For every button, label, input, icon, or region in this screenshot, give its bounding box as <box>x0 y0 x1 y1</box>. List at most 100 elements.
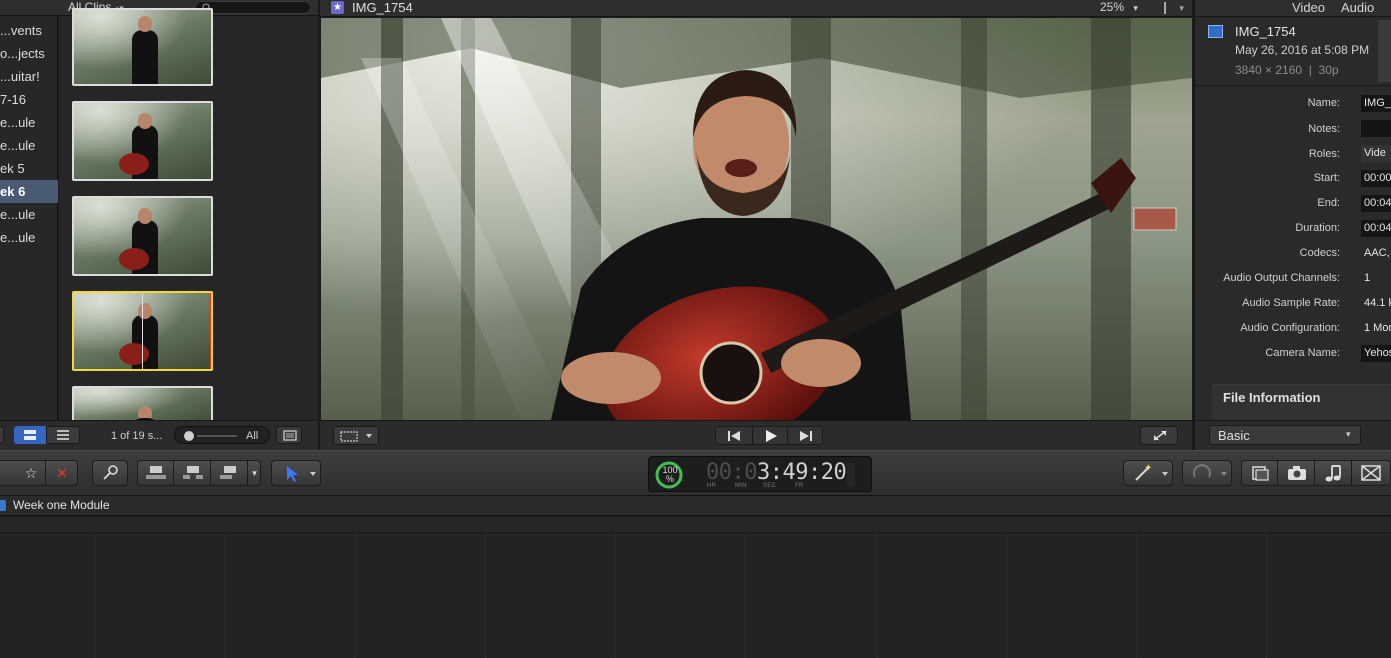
library-item[interactable]: o...jects <box>0 42 58 65</box>
skimmer-playhead <box>142 293 143 369</box>
sec-label: SEC <box>763 483 777 489</box>
fullscreen-button[interactable] <box>1140 426 1178 445</box>
clip-zoom-slider[interactable]: All <box>174 426 270 444</box>
tab-video[interactable]: Video <box>1292 0 1325 15</box>
list-view-button[interactable] <box>46 426 80 444</box>
range-end-marker <box>210 293 211 369</box>
music-note-icon <box>1325 465 1341 482</box>
x-icon: ✕ <box>56 465 68 481</box>
roles-dropdown[interactable]: Vide <box>1361 145 1391 162</box>
tab-audio[interactable]: Audio <box>1341 0 1374 15</box>
clip-thumbnail[interactable] <box>72 8 213 86</box>
timeline-ruler[interactable] <box>0 517 1391 533</box>
list-icon <box>57 430 69 440</box>
tool-selector[interactable] <box>271 460 321 486</box>
ruler-tick <box>876 533 877 658</box>
skip-back-icon <box>728 431 740 441</box>
zoom-dropdown[interactable]: 25% ▾ <box>1100 0 1138 14</box>
divider <box>1195 85 1391 86</box>
timecode-bright: 3:49:20 <box>756 460 847 485</box>
star-outline-icon: ☆ <box>24 465 38 481</box>
audio-meter-mini[interactable] <box>847 463 855 487</box>
inspector-clip-name: IMG_1754 <box>1235 24 1296 39</box>
start-label: Start: <box>1313 172 1340 184</box>
svg-text:✦: ✦ <box>1144 463 1152 474</box>
name-label: Name: <box>1307 97 1340 109</box>
view-options-dropdown[interactable]: ❙ ▾ <box>1160 0 1184 14</box>
expand-icon <box>1153 430 1167 441</box>
clip-thumbnail-selected[interactable] <box>72 291 213 371</box>
audio-configuration-label: Audio Configuration: <box>1240 322 1340 334</box>
video-viewer[interactable] <box>321 18 1192 420</box>
metadata-view-dropdown[interactable]: Basic ▾ <box>1209 425 1361 445</box>
switch-icon: ❙ <box>1160 0 1171 14</box>
slider-knob[interactable] <box>184 431 194 441</box>
start-field: 00:00 <box>1361 170 1391 187</box>
edit-options-dropdown[interactable]: ▾ <box>248 461 261 485</box>
audio-sample-rate-value: 44.1 k <box>1364 297 1391 309</box>
metadata-view-label: Basic <box>1218 428 1250 443</box>
connect-clip-button[interactable] <box>138 461 174 485</box>
filmstrip-view-button[interactable] <box>14 426 46 444</box>
clip-thumbnail[interactable] <box>72 101 213 181</box>
file-information-section[interactable]: File Information <box>1212 384 1391 420</box>
progress-text: 100 % <box>659 466 681 484</box>
notes-field[interactable] <box>1361 120 1391 137</box>
play-icon <box>766 430 777 442</box>
camera-name-label: Camera Name: <box>1265 347 1340 359</box>
next-frame-button[interactable] <box>788 427 824 444</box>
append-clip-button[interactable] <box>212 461 248 485</box>
audio-configuration-value: 1 Mor <box>1364 322 1391 334</box>
film-icon <box>283 430 297 441</box>
effects-browser-button[interactable] <box>1242 461 1278 485</box>
play-button[interactable] <box>752 427 788 444</box>
camera-icon <box>1288 466 1306 480</box>
chevron-down-icon: ▾ <box>1179 3 1184 13</box>
library-item[interactable]: e...ule <box>0 134 58 157</box>
insert-icon <box>183 466 203 479</box>
camera-name-field[interactable]: Yehos <box>1361 345 1391 362</box>
video-frame <box>321 18 1192 420</box>
ruler-tick <box>485 533 486 658</box>
previous-frame-button[interactable] <box>716 427 752 444</box>
name-field[interactable]: IMG_ <box>1361 95 1391 112</box>
library-item[interactable]: 7-16 <box>0 88 58 111</box>
library-item[interactable]: ...uitar! <box>0 65 58 88</box>
clip-appearance-button[interactable] <box>276 426 302 444</box>
scrollbar[interactable] <box>1378 20 1391 82</box>
reject-button[interactable]: ✕ <box>47 461 77 485</box>
dashboard-timecode[interactable]: 100 % 00:03:49:20 HR MIN SEC FR <box>648 456 872 492</box>
audio-output-channels-value: 1 <box>1364 272 1371 284</box>
retime-button[interactable] <box>1182 460 1232 486</box>
library-sidebar: ...vents o...jects ...uitar! 7-16 e...ul… <box>0 0 58 420</box>
library-item[interactable]: e...ule <box>0 226 58 249</box>
project-name: Week one Module <box>13 498 110 512</box>
enhancements-button[interactable]: ✦ <box>1123 460 1173 486</box>
duration-label: Duration: <box>1295 222 1340 234</box>
photos-browser-button[interactable] <box>1279 461 1315 485</box>
clip-thumbnail[interactable] <box>72 196 213 276</box>
insert-clip-button[interactable] <box>175 461 211 485</box>
duration-field: 00:04 <box>1361 220 1391 237</box>
chevron-down-icon: ▾ <box>252 468 257 478</box>
timeline-area[interactable] <box>0 533 1391 658</box>
library-item[interactable]: e...ule <box>0 203 58 226</box>
library-item[interactable]: ek 5 <box>0 157 58 180</box>
chevron-down-icon: ▾ <box>1346 429 1351 439</box>
library-item-selected[interactable]: ek 6 <box>0 180 58 203</box>
keyword-button[interactable] <box>92 460 128 486</box>
end-field: 00:04 <box>1361 195 1391 212</box>
end-label: End: <box>1317 197 1340 209</box>
favorite-button[interactable]: ☆ <box>17 461 46 485</box>
audio-sample-rate-label: Audio Sample Rate: <box>1242 297 1340 309</box>
video-clip-icon <box>1208 25 1223 38</box>
viewer-footer <box>320 420 1192 450</box>
music-browser-button[interactable] <box>1316 461 1352 485</box>
transform-dropdown[interactable] <box>333 426 379 445</box>
clip-format: 3840 × 2160 | 30p <box>1235 63 1339 77</box>
sidebar-toggle-button[interactable] <box>0 426 4 444</box>
hr-label: HR <box>707 483 717 489</box>
transitions-browser-button[interactable] <box>1353 461 1389 485</box>
library-item[interactable]: e...ule <box>0 111 58 134</box>
library-item[interactable]: ...vents <box>0 19 58 42</box>
